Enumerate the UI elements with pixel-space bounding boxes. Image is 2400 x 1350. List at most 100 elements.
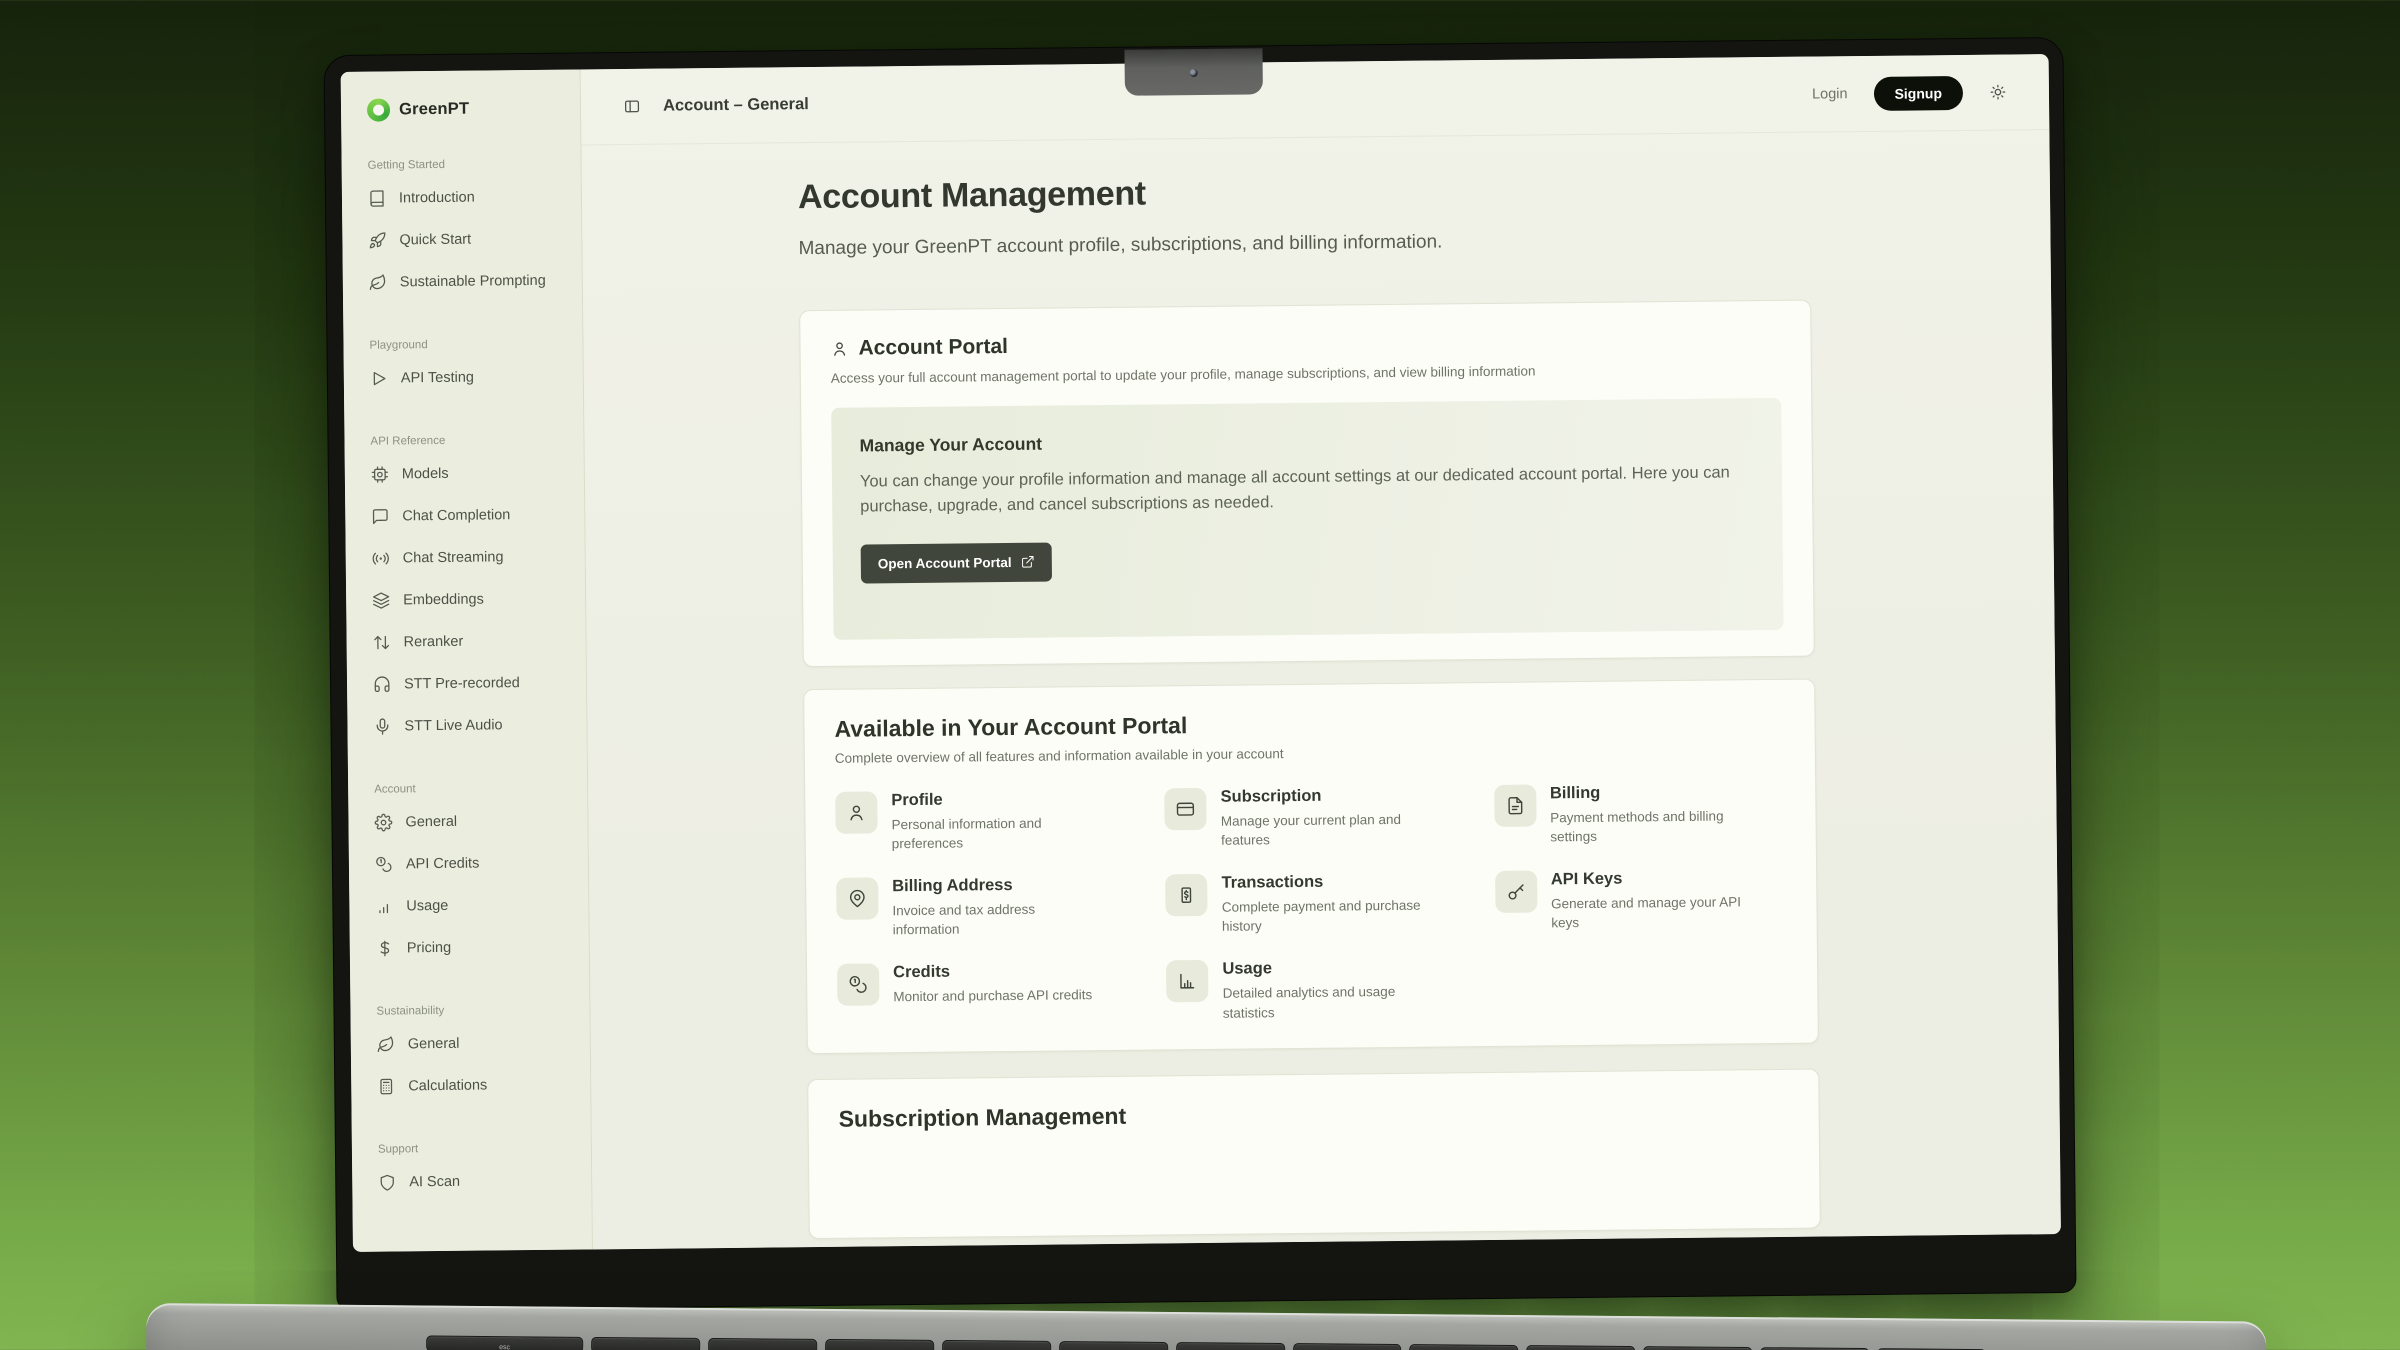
feature-description: Generate and manage your API keys: [1551, 892, 1761, 933]
feature-icon-tile: [1494, 784, 1536, 826]
headphones-icon: [373, 675, 391, 693]
sidebar-item-chat-completion[interactable]: Chat Completion: [371, 494, 574, 538]
chartframe-icon: [1177, 971, 1197, 991]
feature-icon-tile: [1165, 874, 1207, 916]
sidebar-item-label: Sustainable Prompting: [400, 273, 546, 291]
account-portal-card: Account Portal Access your full account …: [799, 299, 1815, 667]
receipt-icon: [1177, 885, 1197, 905]
sidebar-item-general[interactable]: General: [374, 800, 577, 844]
sidebar-item-introduction[interactable]: Introduction: [368, 176, 571, 220]
sidebar-item-label: Chat Streaming: [403, 549, 504, 566]
webcam: [1190, 69, 1198, 77]
keyboard-key-esc: esc: [426, 1336, 583, 1350]
sidebar-item-reranker[interactable]: Reranker: [372, 620, 575, 664]
dollar-icon: [376, 939, 394, 957]
theme-toggle-sun-icon[interactable]: [1989, 83, 2007, 102]
sidebar-item-api-credits[interactable]: API Credits: [375, 842, 578, 886]
feature-icon-tile: [837, 964, 879, 1006]
sidebar-item-usage[interactable]: Usage: [375, 884, 578, 928]
book-icon: [368, 189, 386, 207]
sidebar-item-label: Reranker: [404, 634, 464, 651]
feature-icon-tile: [836, 877, 878, 919]
sidebar-item-quick-start[interactable]: Quick Start: [368, 218, 571, 262]
sidebar-item-label: Calculations: [408, 1077, 487, 1094]
sidebar-item-models[interactable]: Models: [371, 452, 574, 496]
feature-item-transactions: TransactionsComplete payment and purchas…: [1165, 871, 1457, 936]
keyboard-key: [708, 1338, 817, 1350]
signup-button[interactable]: Signup: [1873, 75, 1963, 110]
keyboard-key: [1643, 1346, 1752, 1350]
feature-item-billing: BillingPayment methods and billing setti…: [1494, 782, 1786, 847]
sidebar-item-label: Embeddings: [403, 591, 484, 608]
sidebar-item-label: Models: [402, 466, 449, 482]
sidebar-item-stt-live-audio[interactable]: STT Live Audio: [373, 704, 576, 748]
gear-icon: [374, 813, 392, 831]
feature-title: Billing Address: [892, 875, 1102, 896]
sidebar-item-label: STT Live Audio: [404, 717, 502, 734]
account-portal-title: Account Portal: [858, 335, 1008, 361]
sidebar-item-pricing[interactable]: Pricing: [376, 926, 579, 970]
keyboard-key: [1410, 1344, 1519, 1350]
feature-description: Invoice and tax address information: [892, 899, 1102, 940]
sidebar-item-api-testing[interactable]: API Testing: [370, 356, 573, 400]
sidebar-item-sustainable-prompting[interactable]: Sustainable Prompting: [369, 260, 572, 304]
sidebar-item-label: STT Pre-recorded: [404, 675, 520, 692]
sidebar-item-label: Pricing: [407, 940, 451, 956]
manage-account-title: Manage Your Account: [859, 426, 1753, 456]
rocket-icon: [368, 231, 386, 249]
layers-icon: [372, 591, 390, 609]
feature-description: Personal information and preferences: [891, 813, 1101, 854]
features-card-subtitle: Complete overview of all features and in…: [835, 741, 1785, 766]
feature-item-profile: Profile Personal information and preferen…: [835, 789, 1127, 854]
feature-title: Profile: [891, 789, 1101, 810]
page-subtitle: Manage your GreenPT account profile, sub…: [798, 227, 1810, 260]
sidebar-item-calculations[interactable]: Calculations: [377, 1064, 580, 1108]
feature-title: Billing: [1550, 782, 1760, 803]
coins-icon: [375, 855, 393, 873]
feature-title: Usage: [1222, 958, 1432, 979]
account-portal-card-header: Account Portal: [830, 327, 1780, 361]
page-title: Account Management: [798, 167, 1810, 218]
login-link[interactable]: Login: [1812, 86, 1848, 102]
open-account-portal-button[interactable]: Open Account Portal: [861, 542, 1052, 583]
manage-account-panel: Manage Your Account You can change your …: [831, 398, 1783, 640]
sidebar-item-embeddings[interactable]: Embeddings: [372, 578, 575, 622]
laptop-screen: GreenPT Getting StartedIntroductionQuick…: [323, 37, 2076, 1311]
feature-description: Detailed analytics and usage statistics: [1223, 982, 1433, 1023]
keyboard: esc`1234567890-=tabQWERTYUIOP[]capsASDFG…: [325, 1335, 2086, 1350]
keyboard-deck: esc`1234567890-=tabQWERTYUIOP[]capsASDFG…: [144, 1303, 2266, 1350]
keyboard-key: [1059, 1341, 1168, 1350]
feature-icon-tile: [835, 791, 877, 833]
subscription-management-card: Subscription Management: [807, 1068, 1821, 1239]
sidebar-item-ai-scan[interactable]: AI Scan: [378, 1160, 581, 1204]
brand-logo[interactable]: GreenPT: [367, 94, 570, 124]
camera-notch: [1124, 48, 1262, 95]
feature-item-subscription: SubscriptionManage your current plan and…: [1165, 785, 1457, 850]
feature-description: Monitor and purchase API credits: [893, 986, 1092, 1007]
shield-icon: [378, 1173, 396, 1191]
mic-icon: [373, 717, 391, 735]
sidebar-item-chat-streaming[interactable]: Chat Streaming: [372, 536, 575, 580]
feature-item-api-keys: API KeysGenerate and manage your API key…: [1495, 868, 1787, 933]
sidebar-section-label-account: Account: [374, 782, 577, 800]
browser-viewport: GreenPT Getting StartedIntroductionQuick…: [341, 54, 2061, 1252]
feature-item-credits: CreditsMonitor and purchase API credits: [837, 961, 1129, 1026]
features-card: Available in Your Account Portal Complet…: [803, 678, 1819, 1054]
sidebar-toggle-icon[interactable]: [623, 97, 641, 116]
sidebar-item-general[interactable]: General: [377, 1022, 580, 1066]
feature-description: Manage your current plan and features: [1221, 809, 1431, 850]
keyboard-key: [942, 1340, 1051, 1350]
sidebar-item-stt-pre-recorded[interactable]: STT Pre-recorded: [373, 662, 576, 706]
message-icon: [371, 507, 389, 525]
features-card-title: Available in Your Account Portal: [834, 706, 1784, 743]
sidebar-section-label-api-reference: API Reference: [370, 434, 573, 452]
sidebar-item-label: Quick Start: [399, 232, 471, 249]
topbar-right: Login Signup: [1812, 75, 2007, 111]
feature-item-usage: Usage Detailed analytics and usage statis…: [1166, 958, 1458, 1023]
manage-account-body: You can change your profile information …: [860, 460, 1754, 520]
sidebar-item-label: API Testing: [401, 370, 474, 387]
page-content: Account Management Manage your GreenPT a…: [581, 130, 2060, 1249]
sidebar-section-label-support: Support: [378, 1142, 581, 1160]
open-account-portal-label: Open Account Portal: [878, 555, 1012, 571]
sidebar-item-label: Chat Completion: [402, 507, 510, 524]
